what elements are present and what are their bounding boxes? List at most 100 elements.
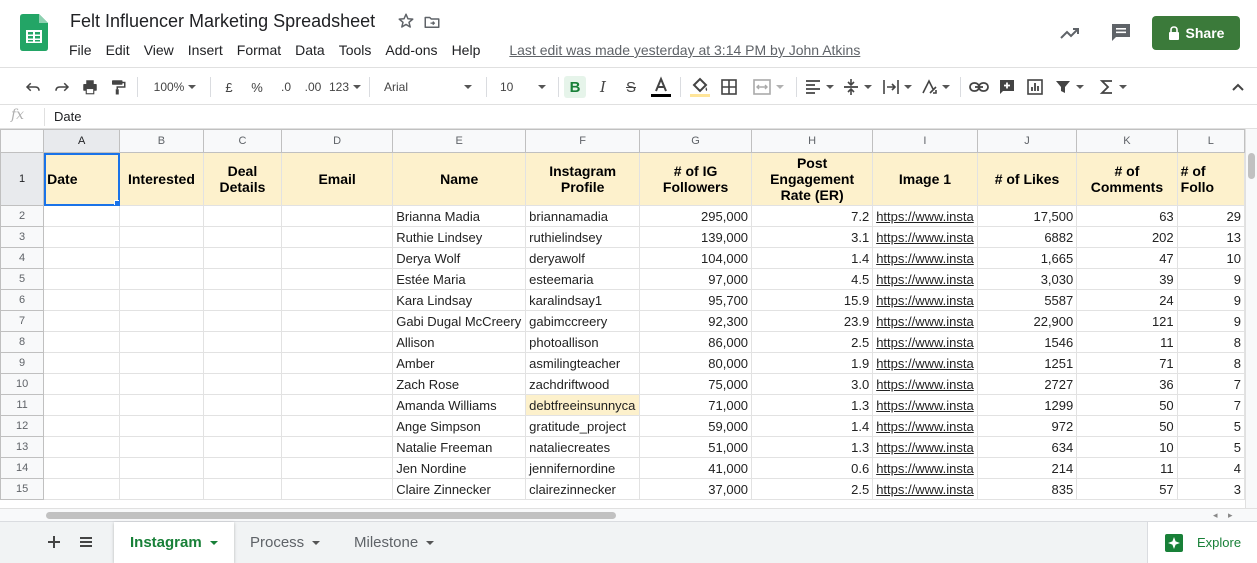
- cell-interested[interactable]: [119, 415, 204, 437]
- cell-likes[interactable]: 5587: [976, 289, 1078, 311]
- cell-interested[interactable]: [119, 352, 204, 374]
- cell-followers-partial[interactable]: 29: [1176, 205, 1245, 227]
- cell-interested[interactable]: [119, 394, 204, 416]
- cell-deal-details[interactable]: [202, 268, 283, 290]
- header-cell-email[interactable]: Email: [281, 152, 394, 206]
- row-number[interactable]: 12: [0, 415, 45, 437]
- cell-date[interactable]: [43, 247, 121, 269]
- insert-link-icon[interactable]: [968, 76, 990, 98]
- row-number[interactable]: 7: [0, 310, 45, 332]
- cell-ig-followers[interactable]: 139,000: [639, 226, 753, 248]
- row-number[interactable]: 2: [0, 205, 45, 227]
- collapse-toolbar-icon[interactable]: [1228, 76, 1248, 98]
- cell-comments[interactable]: 11: [1076, 331, 1178, 353]
- cell-interested[interactable]: [119, 247, 204, 269]
- cell-likes[interactable]: 214: [976, 457, 1078, 479]
- cell-email[interactable]: [281, 457, 394, 479]
- text-rotation-icon[interactable]: [918, 76, 952, 98]
- cell-date[interactable]: [43, 373, 121, 395]
- merge-cells-icon[interactable]: [748, 76, 788, 98]
- cell-name[interactable]: Amanda Williams: [392, 394, 527, 416]
- sheet-tab-milestone[interactable]: Milestone: [338, 522, 454, 563]
- cell-email[interactable]: [281, 331, 394, 353]
- text-color-icon[interactable]: [649, 76, 673, 98]
- row-number[interactable]: 9: [0, 352, 45, 374]
- cell-deal-details[interactable]: [202, 478, 283, 500]
- header-cell-name[interactable]: Name: [392, 152, 527, 206]
- cell-name[interactable]: Kara Lindsay: [392, 289, 527, 311]
- cell-likes[interactable]: 1251: [976, 352, 1078, 374]
- cell-engagement-rate[interactable]: 3.0: [751, 373, 874, 395]
- cell-engagement-rate[interactable]: 2.5: [751, 331, 874, 353]
- last-edit-link[interactable]: Last edit was made yesterday at 3:14 PM …: [509, 42, 860, 58]
- cell-instagram-profile[interactable]: asmilingteacher: [525, 352, 641, 374]
- cell-comments[interactable]: 47: [1076, 247, 1178, 269]
- cell-instagram-profile[interactable]: ruthielindsey: [525, 226, 641, 248]
- cell-likes[interactable]: 2727: [976, 373, 1078, 395]
- cell-comments[interactable]: 57: [1076, 478, 1178, 500]
- menu-addons[interactable]: Add-ons: [378, 40, 444, 60]
- cell-ig-followers[interactable]: 51,000: [639, 436, 753, 458]
- increase-decimal-button[interactable]: .00: [300, 76, 326, 98]
- cell-interested[interactable]: [119, 310, 204, 332]
- cell-image-link[interactable]: https://www.insta: [872, 247, 978, 269]
- row-number[interactable]: 1: [0, 152, 45, 206]
- cell-date[interactable]: [43, 226, 121, 248]
- cell-email[interactable]: [281, 289, 394, 311]
- cell-followers-partial[interactable]: 3: [1176, 478, 1245, 500]
- vertical-align-icon[interactable]: [840, 76, 874, 98]
- decrease-decimal-button[interactable]: .0: [274, 76, 298, 98]
- cell-date[interactable]: [43, 352, 121, 374]
- cell-engagement-rate[interactable]: 1.3: [751, 436, 874, 458]
- cell-instagram-profile[interactable]: gabimccreery: [525, 310, 641, 332]
- menu-file[interactable]: File: [62, 40, 99, 60]
- cell-deal-details[interactable]: [202, 247, 283, 269]
- cell-followers-partial[interactable]: 10: [1176, 247, 1245, 269]
- header-cell-interested[interactable]: Interested: [119, 152, 204, 206]
- cell-date[interactable]: [43, 310, 121, 332]
- column-header[interactable]: A: [43, 129, 121, 153]
- cell-interested[interactable]: [119, 205, 204, 227]
- cell-likes[interactable]: 634: [976, 436, 1078, 458]
- cell-engagement-rate[interactable]: 4.5: [751, 268, 874, 290]
- cell-email[interactable]: [281, 352, 394, 374]
- cell-comments[interactable]: 63: [1076, 205, 1178, 227]
- header-cell-instagram-profile[interactable]: Instagram Profile: [525, 152, 641, 206]
- activity-trend-icon[interactable]: [1058, 21, 1082, 45]
- column-header[interactable]: B: [119, 129, 204, 153]
- cell-email[interactable]: [281, 394, 394, 416]
- horizontal-scrollbar[interactable]: ◂ ▸: [0, 508, 1257, 521]
- cell-instagram-profile[interactable]: photoallison: [525, 331, 641, 353]
- cell-name[interactable]: Zach Rose: [392, 373, 527, 395]
- cell-date[interactable]: [43, 457, 121, 479]
- cell-name[interactable]: Estée Maria: [392, 268, 527, 290]
- cell-name[interactable]: Claire Zinnecker: [392, 478, 527, 500]
- row-number[interactable]: 8: [0, 331, 45, 353]
- cell-comments[interactable]: 11: [1076, 457, 1178, 479]
- cell-likes[interactable]: 17,500: [976, 205, 1078, 227]
- row-number[interactable]: 10: [0, 373, 45, 395]
- cell-ig-followers[interactable]: 95,700: [639, 289, 753, 311]
- zoom-select[interactable]: 100%: [146, 76, 204, 98]
- cell-instagram-profile[interactable]: clairezinnecker: [525, 478, 641, 500]
- column-header[interactable]: G: [639, 129, 753, 153]
- share-button[interactable]: Share: [1152, 16, 1240, 50]
- cell-interested[interactable]: [119, 478, 204, 500]
- cell-image-link[interactable]: https://www.insta: [872, 226, 978, 248]
- column-header[interactable]: C: [202, 129, 283, 153]
- cell-engagement-rate[interactable]: 7.2: [751, 205, 874, 227]
- cell-deal-details[interactable]: [202, 331, 283, 353]
- cell-date[interactable]: [43, 436, 121, 458]
- currency-format-button[interactable]: £: [218, 76, 240, 98]
- cell-comments[interactable]: 50: [1076, 394, 1178, 416]
- cell-interested[interactable]: [119, 436, 204, 458]
- cell-date[interactable]: [43, 205, 121, 227]
- row-number[interactable]: 11: [0, 394, 45, 416]
- cell-likes[interactable]: 835: [976, 478, 1078, 500]
- redo-icon[interactable]: [51, 76, 73, 98]
- cell-email[interactable]: [281, 205, 394, 227]
- header-cell-ig-followers[interactable]: # of IG Followers: [639, 152, 753, 206]
- cell-ig-followers[interactable]: 37,000: [639, 478, 753, 500]
- cell-engagement-rate[interactable]: 15.9: [751, 289, 874, 311]
- cell-followers-partial[interactable]: 9: [1176, 268, 1245, 290]
